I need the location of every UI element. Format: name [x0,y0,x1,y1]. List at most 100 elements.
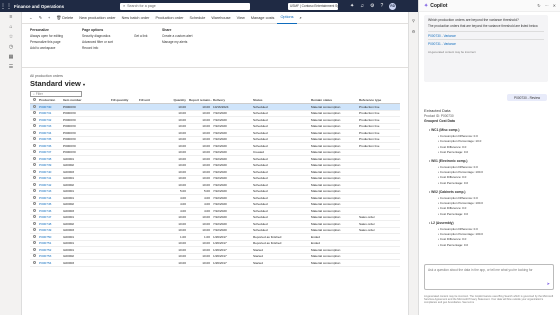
production-order-link[interactable]: P000747 [38,215,62,219]
production-order-link[interactable]: P000731 [38,111,62,115]
production-order-link[interactable]: P000732 [38,118,62,122]
column-header[interactable]: Delivery [212,98,252,102]
add-to-workspace-button[interactable]: Add to workspace [30,46,63,50]
gear-icon[interactable]: ⚙ [370,3,374,9]
production-order-link[interactable]: P000751 [38,241,62,245]
row-checkbox[interactable] [30,150,38,154]
production-order-link[interactable]: P000734 [38,131,62,135]
tab-production-order[interactable]: Production order [152,12,186,24]
back-icon[interactable]: ← [26,12,36,24]
new-batch-order-button[interactable]: New batch order [119,12,153,24]
row-checkbox[interactable] [30,137,38,141]
manage-alerts-button[interactable]: Manage my alerts [162,40,192,44]
legal-entity-selector[interactable]: USMF | Contoso Entertainment System USA [288,2,338,10]
avatar[interactable]: RD [389,2,397,10]
production-order-link[interactable]: P000733 [38,124,62,128]
row-checkbox[interactable] [30,163,38,167]
production-order-link[interactable]: P000750 [38,235,62,239]
new-production-order-button[interactable]: New production order [76,12,118,24]
row-checkbox[interactable] [30,247,38,252]
edit-icon[interactable]: ✎ [36,12,45,24]
row-checkbox[interactable] [30,221,38,226]
list-icon[interactable]: ☰ [0,62,22,72]
send-icon[interactable]: ➤ [547,282,550,286]
column-header[interactable]: Quantity [166,98,188,102]
tab-view[interactable]: View [234,12,248,24]
tab-options[interactable]: Options [277,12,297,24]
new-icon[interactable]: + [45,12,53,24]
production-order-link[interactable]: P000743 [38,189,62,193]
row-checkbox[interactable] [30,260,38,265]
column-header[interactable]: Report remain... [188,98,212,102]
production-order-link[interactable]: P000754 [38,261,62,265]
row-checkbox[interactable] [30,189,38,193]
create-alert-button[interactable]: Create a custom alert [162,34,192,38]
app-launcher-icon[interactable]: ⋮⋮ [0,0,12,12]
production-order-link[interactable]: P000742 [38,183,62,187]
production-order-link[interactable]: P000730 [38,105,62,109]
row-checkbox[interactable] [30,215,38,219]
hamburger-icon[interactable]: ≡ [0,12,22,22]
row-checkbox[interactable] [30,228,38,232]
column-header[interactable]: Remain status [310,98,358,102]
column-header[interactable]: Fill unit [138,98,166,102]
row-checkbox[interactable] [30,234,38,239]
copilot-input[interactable]: Ask a question about the data in the app… [424,264,554,290]
table-row[interactable]: P000754 G00003 10.00 10.00 1/26/2017 Started M… [30,260,400,267]
home-icon[interactable]: ⌂ [0,22,22,32]
row-checkbox[interactable] [30,254,38,258]
global-search-input[interactable]: ⌕ Search for a page [120,2,250,10]
row-checkbox[interactable] [30,156,38,161]
row-checkbox[interactable] [30,143,38,148]
production-order-link[interactable]: P000744 [38,196,62,200]
search-icon[interactable]: ⌕ [297,12,305,24]
filter-pane-icon[interactable]: ⚲ [409,18,418,23]
row-checkbox[interactable] [30,202,38,206]
tab-warehouse[interactable]: Warehouse [208,12,233,24]
row-checkbox[interactable] [30,124,38,128]
bell-icon[interactable]: ♫ [360,3,364,9]
production-order-link[interactable]: P000749 [38,228,62,232]
settings-icon[interactable]: ⚙ [409,29,418,34]
get-a-link-button[interactable]: Get a link [134,34,147,38]
row-checkbox[interactable] [30,111,38,115]
row-checkbox[interactable] [30,241,38,245]
production-order-link[interactable]: P000748 [38,222,62,226]
select-all-checkbox[interactable] [30,98,38,102]
record-info-button[interactable]: Record info [82,46,113,50]
production-order-link[interactable]: P000738 [38,157,62,161]
reference-link[interactable]: P000730 - Variance [428,31,544,39]
row-checkbox[interactable] [30,117,38,122]
row-checkbox[interactable] [30,208,38,213]
production-order-link[interactable]: P000745 [38,202,62,206]
production-order-link[interactable]: P000736 [38,144,62,148]
view-selector[interactable]: Standard view ▾ [30,79,400,88]
column-header[interactable]: Fill quantity [110,98,138,102]
close-icon[interactable]: ✕ [553,3,556,8]
production-order-link[interactable]: P000737 [38,150,62,154]
advanced-filter-button[interactable]: Advanced filter or sort [82,40,113,44]
production-order-link[interactable]: P000735 [38,137,62,141]
row-checkbox[interactable] [30,169,38,174]
production-order-link[interactable]: P000752 [38,248,62,252]
reference-link[interactable]: P000731 - Variance [428,39,544,47]
production-order-link[interactable]: P000753 [38,254,62,258]
tab-manage-costs[interactable]: Manage costs [248,12,278,24]
security-diagnostics-button[interactable]: Security diagnostics [82,34,113,38]
column-header[interactable]: Item number [62,98,110,102]
column-header[interactable]: Status [252,98,310,102]
star-icon[interactable]: ☆ [0,32,22,42]
personalize-page-button[interactable]: Personalize this page [30,40,63,44]
more-icon[interactable]: ⋯ [545,3,549,8]
always-open-for-editing-button[interactable]: Always open for editing [30,34,63,38]
row-checkbox[interactable] [30,195,38,200]
workspaces-icon[interactable]: ▦ [0,52,22,62]
help-icon[interactable]: ? [380,3,383,9]
refresh-icon[interactable]: ↻ [537,3,540,8]
production-order-link[interactable]: P000740 [38,170,62,174]
copilot-icon[interactable]: ✦ [350,3,354,9]
delete-button[interactable]: 🗑 Delete [53,12,76,24]
production-order-link[interactable]: P000741 [38,176,62,180]
row-checkbox[interactable] [30,182,38,187]
production-order-link[interactable]: P000746 [38,209,62,213]
